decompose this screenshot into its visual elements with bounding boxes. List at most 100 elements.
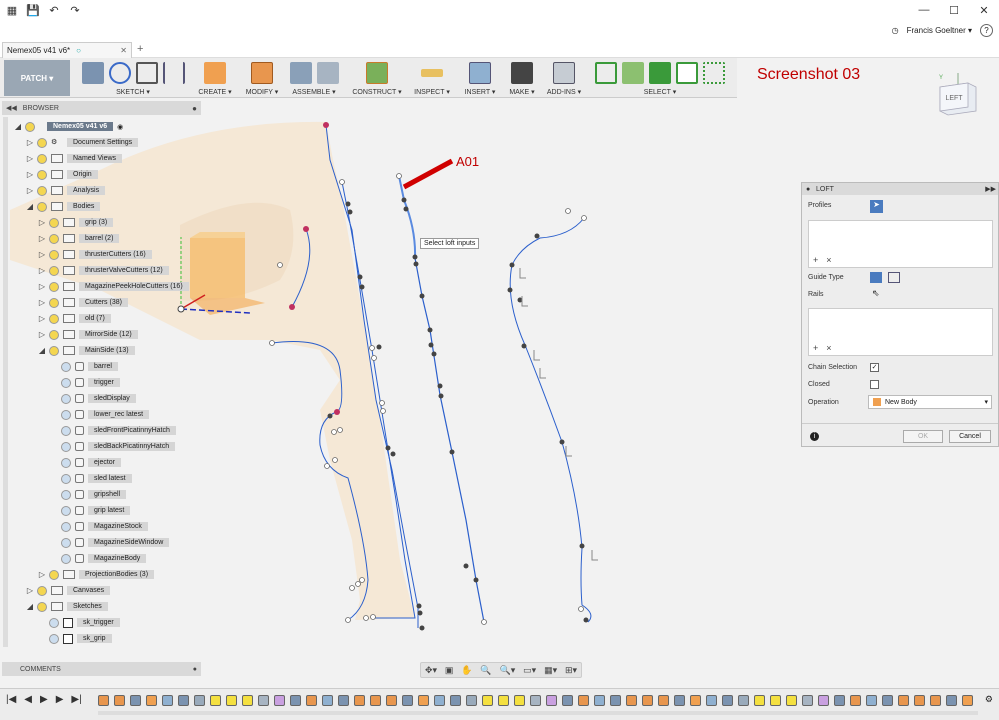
close-tab-icon[interactable]: ✕ [120,46,127,55]
visibility-bulb-icon[interactable] [61,441,71,452]
pan-icon[interactable]: ✋ [461,665,472,676]
expand-toggle-icon[interactable]: ▷ [25,170,35,179]
remove-rail-icon[interactable]: × [826,343,831,353]
browser-item[interactable]: ▷ thrusterValveCutters (12) [37,264,169,277]
viewports-icon[interactable]: ⊞▾ [565,665,577,676]
timeline-feature-icon[interactable] [722,695,733,706]
add-profile-icon[interactable]: + [813,255,818,265]
select-menu[interactable]: SELECT ▾ [590,88,730,96]
browser-item[interactable]: MagazineBody [49,552,147,565]
redo-icon[interactable]: ↷ [66,1,84,19]
visibility-bulb-icon[interactable] [61,489,71,500]
browser-item[interactable]: ▷ MirrorSide (12) [37,328,138,341]
timeline-feature-icon[interactable] [946,695,957,706]
browser-item[interactable]: ▷ ⚙ Document Settings [25,136,139,149]
visibility-bulb-icon[interactable] [61,505,71,516]
ok-button[interactable]: OK [903,430,943,443]
browser-item[interactable]: ◢ Bodies [25,200,101,213]
browser-item[interactable]: ejector [49,456,122,469]
timeline-feature-icon[interactable] [418,695,429,706]
guide-type-rails-icon[interactable] [870,272,882,283]
timeline-feature-icon[interactable] [802,695,813,706]
expand-toggle-icon[interactable]: ▷ [25,154,35,163]
expand-toggle-icon[interactable]: ◢ [25,202,35,211]
profile-right[interactable] [509,217,592,623]
timeline-track[interactable] [98,693,978,709]
measure-icon[interactable] [421,69,443,77]
timeline-feature-icon[interactable] [290,695,301,706]
joint-icon[interactable] [316,62,339,84]
user-menu[interactable]: Francis Goeltner ▾ [907,26,972,35]
browser-item[interactable]: sledDisplay [49,392,136,405]
remove-profile-icon[interactable]: × [826,255,831,265]
timeline-feature-icon[interactable] [210,695,221,706]
timeline-feature-icon[interactable] [98,695,109,706]
rectangle-icon[interactable] [135,62,158,84]
visibility-bulb-icon[interactable] [37,169,47,180]
timeline-feature-icon[interactable] [834,695,845,706]
timeline-play-icon[interactable]: ▶ [40,694,48,705]
construct-menu[interactable]: CONSTRUCT ▾ [350,88,404,96]
timeline-feature-icon[interactable] [578,695,589,706]
extrude-icon[interactable] [204,62,226,84]
visibility-bulb-icon[interactable] [49,313,59,324]
timeline-feature-icon[interactable] [898,695,909,706]
profiles-select-icon[interactable]: ➤ [870,200,883,213]
visibility-bulb-icon[interactable] [37,153,47,164]
assemble-group[interactable]: ASSEMBLE ▾ [286,60,342,98]
browser-item[interactable]: sledBackPicatinnyHatch [49,440,176,453]
visibility-bulb-icon[interactable] [37,201,47,212]
expand-toggle-icon[interactable]: ▷ [37,218,47,227]
origin-point[interactable] [177,305,185,313]
timeline-feature-icon[interactable] [482,695,493,706]
3d-print-icon[interactable] [511,62,533,84]
timeline-feature-icon[interactable] [626,695,637,706]
expand-toggle-icon[interactable]: ▷ [37,298,47,307]
browser-header[interactable]: ◀◀ BROWSER ● [2,101,201,115]
make-group[interactable]: MAKE ▾ [504,60,540,98]
visibility-bulb-icon[interactable] [49,297,59,308]
modify-menu[interactable]: MODIFY ▾ [242,88,282,96]
maximize-icon[interactable]: ☐ [939,0,969,20]
browser-item[interactable]: ▷ thrusterCutters (16) [37,248,152,261]
insert-group[interactable]: INSERT ▾ [460,60,500,98]
timeline-back-icon[interactable]: ◀ [24,694,32,705]
visibility-bulb-icon[interactable] [49,217,59,228]
timeline-feature-icon[interactable] [914,695,925,706]
expand-icon[interactable]: ▶▶ [985,185,996,193]
new-tab-icon[interactable]: + [137,43,143,55]
browser-item[interactable]: sledFrontPicatinnyHatch [49,424,176,437]
timeline-feature-icon[interactable] [610,695,621,706]
browser-item[interactable]: ▷ Origin [25,168,98,181]
browser-item[interactable]: lower_rec latest [49,408,150,421]
press-pull-icon[interactable] [251,62,273,84]
expand-toggle-icon[interactable]: ▷ [37,250,47,259]
select-icon[interactable] [595,62,617,84]
create-sketch-icon[interactable] [81,62,104,84]
closed-checkbox[interactable] [870,380,879,389]
timeline-feature-icon[interactable] [850,695,861,706]
visibility-bulb-icon[interactable] [49,633,59,644]
browser-item[interactable]: sk_grip [37,632,112,645]
browser-item[interactable]: ▷ Canvases [25,584,111,597]
sketch-group[interactable]: SKETCH ▾ [78,60,188,98]
timeline-feature-icon[interactable] [226,695,237,706]
visibility-bulb-icon[interactable] [49,249,59,260]
timeline-feature-icon[interactable] [498,695,509,706]
visibility-bulb-icon[interactable] [37,585,47,596]
offset-plane-icon[interactable] [366,62,388,84]
timeline-feature-icon[interactable] [450,695,461,706]
new-component-icon[interactable] [289,62,312,84]
expand-toggle-icon[interactable]: ▷ [37,234,47,243]
browser-item[interactable]: ▷ old (7) [37,312,111,325]
visibility-bulb-icon[interactable] [61,425,71,436]
modify-group[interactable]: MODIFY ▾ [242,60,282,98]
look-at-icon[interactable]: ▣ [445,665,454,676]
browser-item[interactable]: ◢ MainSide (13) [37,344,135,357]
chain-selection-checkbox[interactable]: ✓ [870,363,879,372]
visibility-bulb-icon[interactable] [49,345,59,356]
profiles-list[interactable]: + × [808,220,993,268]
timeline-scrollbar[interactable] [98,711,978,715]
timeline-feature-icon[interactable] [274,695,285,706]
browser-item[interactable]: ▷ Cutters (38) [37,296,128,309]
